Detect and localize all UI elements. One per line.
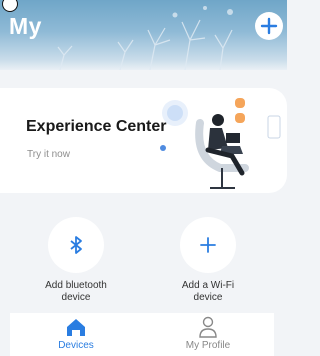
tab-my-profile[interactable]: My Profile xyxy=(142,313,274,356)
add-wifi-button[interactable] xyxy=(180,217,236,273)
tab-my-profile-label: My Profile xyxy=(185,340,231,351)
banner-subtitle: Try it now xyxy=(27,149,70,160)
add-wifi-label: Add a Wi-Fi device xyxy=(181,280,235,303)
coral-background xyxy=(57,6,233,70)
tab-devices-label: Devices xyxy=(58,340,94,351)
header: My xyxy=(0,0,287,70)
page-title: My xyxy=(9,13,42,39)
home-icon xyxy=(67,319,85,336)
plus-icon xyxy=(200,237,216,253)
add-bluetooth-label: Add bluetooth device xyxy=(45,280,107,303)
tab-devices[interactable]: Devices xyxy=(10,313,142,356)
person-laptop-illustration xyxy=(160,98,281,189)
person-icon xyxy=(199,316,217,338)
plus-icon xyxy=(260,17,278,35)
add-bluetooth-button[interactable] xyxy=(48,217,104,273)
add-button[interactable] xyxy=(255,12,283,40)
bluetooth-icon xyxy=(70,236,82,254)
tab-bar: Devices My Profile xyxy=(10,313,274,356)
banner-title: Experience Center xyxy=(26,118,167,135)
